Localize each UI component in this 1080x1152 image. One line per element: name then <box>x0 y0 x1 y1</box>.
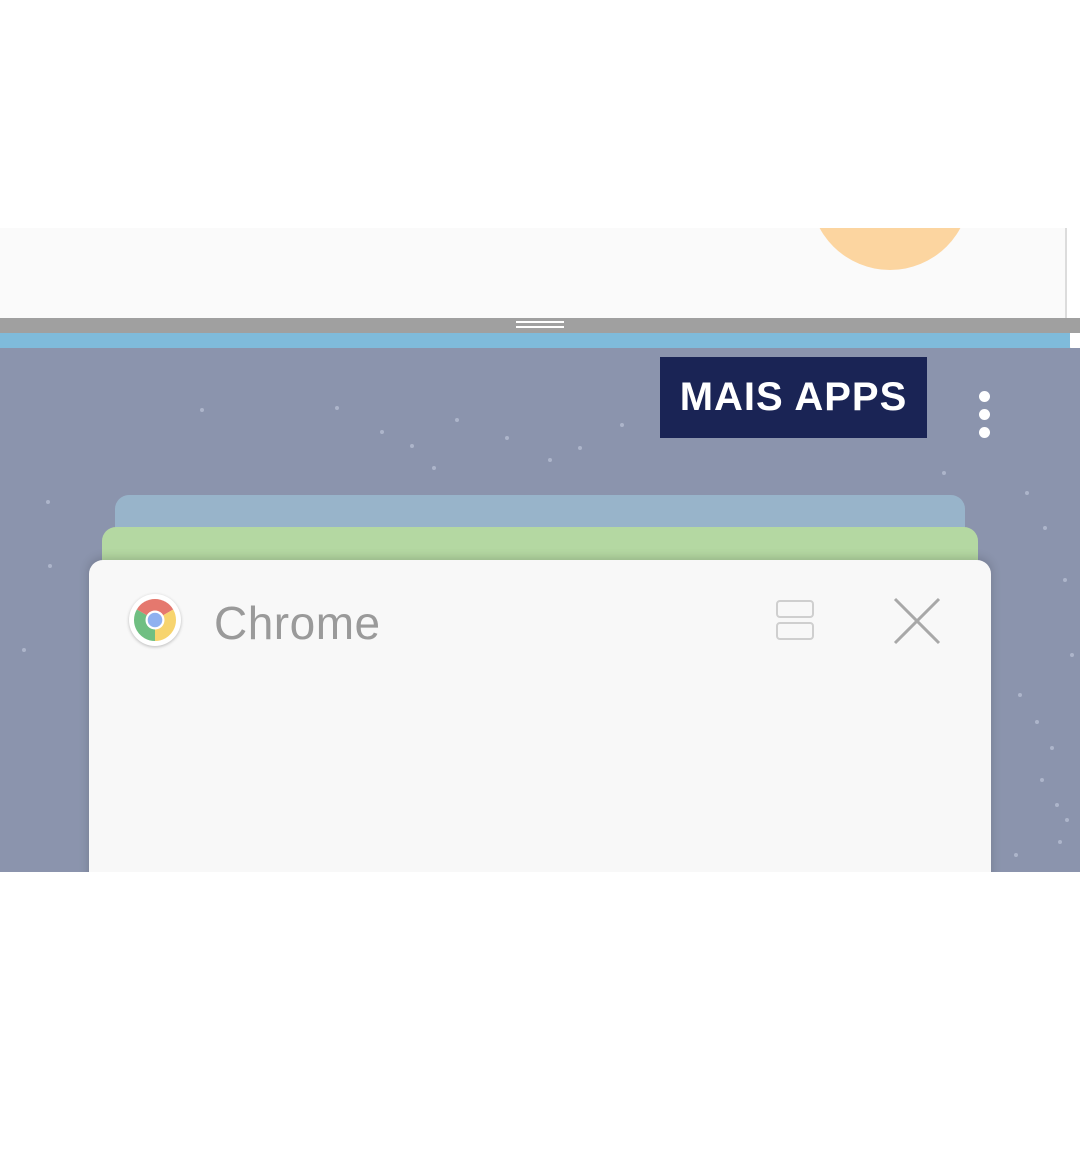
divider-handle-icon[interactable] <box>516 321 564 328</box>
wallpaper-dot <box>1025 491 1029 495</box>
wallpaper-dot <box>455 418 459 422</box>
close-icon[interactable] <box>889 593 945 649</box>
top-split-window[interactable] <box>0 228 1065 318</box>
wallpaper-dot <box>1070 653 1074 657</box>
wallpaper-dot <box>1043 526 1047 530</box>
wallpaper-dot <box>380 430 384 434</box>
wallpaper-dot <box>1040 778 1044 782</box>
blank-top-area <box>0 0 1080 228</box>
wallpaper-dot <box>1063 578 1067 582</box>
blank-bottom-area <box>0 872 1080 1152</box>
more-apps-button[interactable]: MAIS APPS <box>660 357 927 438</box>
wallpaper-dot <box>1018 693 1022 697</box>
wallpaper-dot <box>1014 853 1018 857</box>
split-screen-icon[interactable] <box>769 590 821 650</box>
wallpaper-dot <box>410 444 414 448</box>
recent-apps-panel: MAIS APPS Chrome <box>0 348 1080 872</box>
avatar <box>810 228 970 270</box>
wallpaper-dot <box>1065 818 1069 822</box>
wallpaper-dot <box>335 406 339 410</box>
accent-strip <box>0 333 1070 348</box>
wallpaper-dot <box>1035 720 1039 724</box>
recent-app-card[interactable]: Chrome <box>89 560 991 872</box>
more-vert-icon[interactable] <box>968 386 1000 444</box>
wallpaper-dot <box>46 500 50 504</box>
chrome-icon[interactable] <box>129 594 181 646</box>
wallpaper-dot <box>578 446 582 450</box>
app-title: Chrome <box>214 597 381 649</box>
wallpaper-dot <box>505 436 509 440</box>
wallpaper-dot <box>1058 840 1062 844</box>
wallpaper-dot <box>48 564 52 568</box>
wallpaper-dot <box>22 648 26 652</box>
wallpaper-dot <box>548 458 552 462</box>
wallpaper-dot <box>1050 746 1054 750</box>
wallpaper-dot <box>1055 803 1059 807</box>
wallpaper-dot <box>432 466 436 470</box>
wallpaper-dot <box>200 408 204 412</box>
wallpaper-dot <box>620 423 624 427</box>
wallpaper-dot <box>942 471 946 475</box>
